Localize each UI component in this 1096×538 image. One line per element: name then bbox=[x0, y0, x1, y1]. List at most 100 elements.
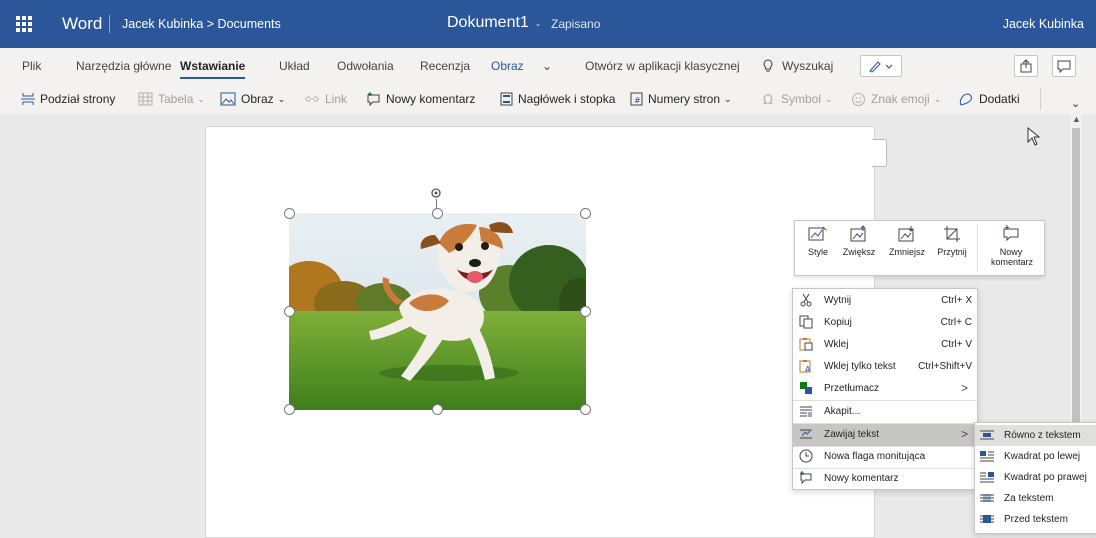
comments-button[interactable] bbox=[1052, 55, 1076, 77]
scissors-icon bbox=[800, 293, 812, 307]
tab-review[interactable]: Recenzja bbox=[420, 59, 470, 73]
page-side-tab bbox=[872, 139, 887, 167]
wrap-option-label: Kwadrat po prawej bbox=[1004, 472, 1087, 483]
wrap-option-square-left[interactable]: Kwadrat po lewej bbox=[975, 446, 1096, 467]
menu-item-copy[interactable]: Kopiuj Ctrl+ C bbox=[793, 312, 977, 334]
bring-forward-label: Zwiększ bbox=[842, 247, 876, 257]
bring-forward-button[interactable]: Zwiększ bbox=[839, 225, 879, 257]
clock-icon bbox=[799, 449, 813, 463]
link-button[interactable]: Link bbox=[304, 89, 347, 109]
resize-handle-n[interactable] bbox=[432, 208, 443, 219]
page-break-button[interactable]: Podział strony bbox=[21, 89, 115, 109]
menu-item-label: Przetłumacz bbox=[824, 383, 880, 394]
page-numbers-button[interactable]: # Numery stron ⌄ bbox=[630, 89, 732, 109]
app-launcher-icon[interactable] bbox=[16, 16, 32, 32]
search-button[interactable]: Wyszukaj bbox=[782, 59, 833, 73]
ribbon-tabs: Plik Narzędzia główne Wstawianie Układ O… bbox=[0, 48, 1096, 84]
resize-handle-s[interactable] bbox=[432, 404, 443, 415]
chevron-right-icon: > bbox=[960, 381, 968, 395]
symbol-button[interactable]: Ω Symbol ⌄ bbox=[762, 89, 833, 109]
chevron-down-icon: ⌄ bbox=[277, 93, 286, 104]
menu-item-shortcut: Ctrl+ V bbox=[941, 339, 972, 350]
page-numbers-label: Numery stron bbox=[648, 92, 721, 106]
app-name[interactable]: Word bbox=[62, 14, 102, 34]
tab-insert[interactable]: Wstawianie bbox=[180, 59, 246, 79]
new-comment-icon bbox=[367, 92, 380, 106]
editing-mode-dropdown[interactable] bbox=[860, 55, 902, 77]
menu-item-label: Akapit... bbox=[824, 406, 861, 417]
title-dash: - bbox=[536, 17, 540, 31]
new-comment-button[interactable]: Nowy komentarz bbox=[366, 89, 475, 109]
svg-text:Ω: Ω bbox=[763, 93, 773, 106]
new-comment-label: Nowy komentarz bbox=[386, 92, 476, 106]
styles-button[interactable]: Style bbox=[803, 225, 833, 257]
menu-item-paragraph[interactable]: Akapit... bbox=[793, 401, 977, 423]
resize-handle-e[interactable] bbox=[580, 306, 591, 317]
menu-item-new-flag[interactable]: Nowa flaga monitująca bbox=[793, 446, 977, 468]
emoji-button[interactable]: Znak emoji ⌄ bbox=[851, 89, 941, 109]
resize-handle-se[interactable] bbox=[580, 404, 591, 415]
wrap-option-label: Kwadrat po lewej bbox=[1004, 451, 1081, 462]
page-break-label: Podział strony bbox=[40, 92, 116, 106]
header-footer-icon bbox=[500, 92, 513, 106]
wrap-option-behind-text[interactable]: Za tekstem bbox=[975, 488, 1096, 509]
styles-label: Style bbox=[807, 247, 828, 257]
share-button[interactable] bbox=[1014, 55, 1038, 77]
translate-icon bbox=[800, 382, 812, 394]
tab-overflow-chevron[interactable]: ⌄ bbox=[542, 59, 552, 73]
tab-home[interactable]: Narzędzia główne bbox=[76, 59, 171, 73]
inserted-picture[interactable] bbox=[289, 213, 586, 410]
menu-item-cut[interactable]: Wytnij Ctrl+ X bbox=[793, 290, 977, 312]
chevron-down-icon: ⌄ bbox=[724, 93, 732, 104]
resize-handle-ne[interactable] bbox=[580, 208, 591, 219]
mini-new-comment-label: Nowy komentarz bbox=[991, 247, 1034, 267]
header-footer-button[interactable]: Nagłówek i stopka bbox=[500, 89, 615, 109]
tab-file[interactable]: Plik bbox=[22, 59, 41, 73]
new-comment-icon bbox=[800, 471, 812, 485]
addins-label: Dodatki bbox=[979, 92, 1020, 106]
menu-item-shortcut: Ctrl+Shift+V bbox=[918, 361, 972, 372]
menu-item-translate[interactable]: Przetłumacz > bbox=[793, 378, 977, 400]
resize-handle-sw[interactable] bbox=[284, 404, 295, 415]
menu-item-new-comment[interactable]: Nowy komentarz bbox=[793, 468, 977, 490]
tab-references[interactable]: Odwołania bbox=[337, 59, 394, 73]
save-status: Zapisano bbox=[551, 17, 601, 31]
mini-new-comment-button[interactable]: Nowy komentarz bbox=[981, 225, 1041, 267]
picture-styles-icon bbox=[808, 226, 827, 241]
addins-button[interactable]: Dodatki bbox=[958, 89, 1020, 109]
menu-item-wrap-text[interactable]: Zawijaj tekst > bbox=[793, 424, 977, 446]
new-comment-icon bbox=[1003, 225, 1019, 242]
scroll-up-arrow[interactable]: ▲ bbox=[1072, 114, 1081, 124]
resize-handle-nw[interactable] bbox=[284, 208, 295, 219]
context-menu: Wytnij Ctrl+ X Kopiuj Ctrl+ C Wklej Ctrl… bbox=[792, 288, 978, 490]
dog-photo bbox=[289, 213, 586, 410]
symbol-label: Symbol bbox=[781, 92, 822, 106]
menu-item-paste[interactable]: Wklej Ctrl+ V bbox=[793, 334, 977, 356]
open-in-desktop-app[interactable]: Otwórz w aplikacji klasycznej bbox=[585, 59, 740, 73]
tab-picture[interactable]: Obraz bbox=[491, 59, 524, 73]
wrap-behind-icon bbox=[980, 494, 994, 502]
crop-button[interactable]: Przytnij bbox=[933, 225, 971, 257]
table-icon bbox=[138, 92, 153, 106]
menu-item-label: Kopiuj bbox=[824, 317, 852, 328]
toolbar-expand-chevron[interactable]: ⌄ bbox=[1071, 93, 1080, 113]
wrap-option-square-right[interactable]: Kwadrat po prawej bbox=[975, 467, 1096, 488]
user-name[interactable]: Jacek Kubinka bbox=[1003, 17, 1084, 31]
menu-item-label: Nowa flaga monitująca bbox=[824, 451, 926, 462]
comment-icon bbox=[1057, 60, 1071, 73]
send-backward-button[interactable]: Zmniejsz bbox=[885, 225, 929, 257]
document-title[interactable]: Dokument1 bbox=[447, 14, 529, 32]
tab-layout[interactable]: Układ bbox=[279, 59, 310, 73]
chevron-down-icon: ⌄ bbox=[825, 93, 833, 104]
lightbulb-icon bbox=[762, 59, 774, 76]
wrap-option-inline[interactable]: Równo z tekstem bbox=[975, 425, 1096, 446]
menu-item-paste-text-only[interactable]: A Wklej tylko tekst Ctrl+Shift+V bbox=[793, 356, 977, 378]
table-button[interactable]: Tabela ⌄ bbox=[138, 89, 205, 109]
mini-toolbar-divider bbox=[977, 225, 978, 271]
picture-button[interactable]: Obraz ⌄ bbox=[220, 89, 285, 109]
breadcrumb[interactable]: Jacek Kubinka > Documents bbox=[122, 17, 281, 31]
scroll-thumb[interactable] bbox=[1072, 128, 1080, 458]
resize-handle-w[interactable] bbox=[284, 306, 295, 317]
rotate-handle-icon[interactable] bbox=[430, 186, 442, 198]
omega-icon: Ω bbox=[763, 93, 773, 106]
